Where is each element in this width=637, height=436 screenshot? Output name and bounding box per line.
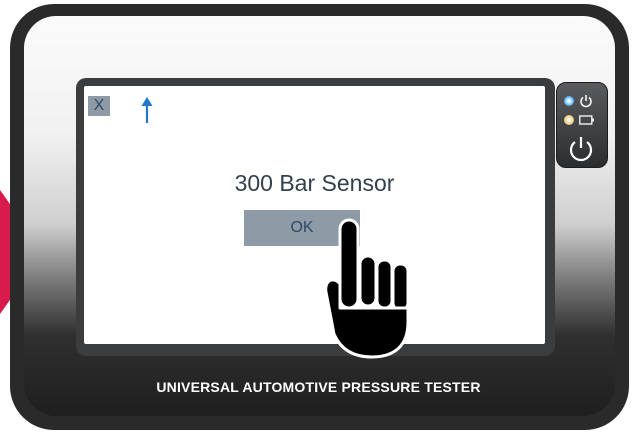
power-button-icon[interactable]: [567, 135, 595, 163]
device-screen: X 300 Bar Sensor OK: [84, 86, 545, 344]
pointing-hand-icon: [324, 218, 410, 359]
device-label: UNIVERSAL AUTOMOTIVE PRESSURE TESTER: [156, 379, 481, 395]
power-status-icon: [580, 95, 592, 108]
sensor-message: 300 Bar Sensor: [234, 170, 395, 196]
status-panel: [556, 82, 608, 168]
arrow-up-icon[interactable]: [140, 96, 154, 124]
battery-icon: [579, 115, 594, 125]
battery-led: [564, 115, 574, 125]
power-led: [564, 96, 574, 106]
close-button[interactable]: X: [88, 96, 110, 116]
